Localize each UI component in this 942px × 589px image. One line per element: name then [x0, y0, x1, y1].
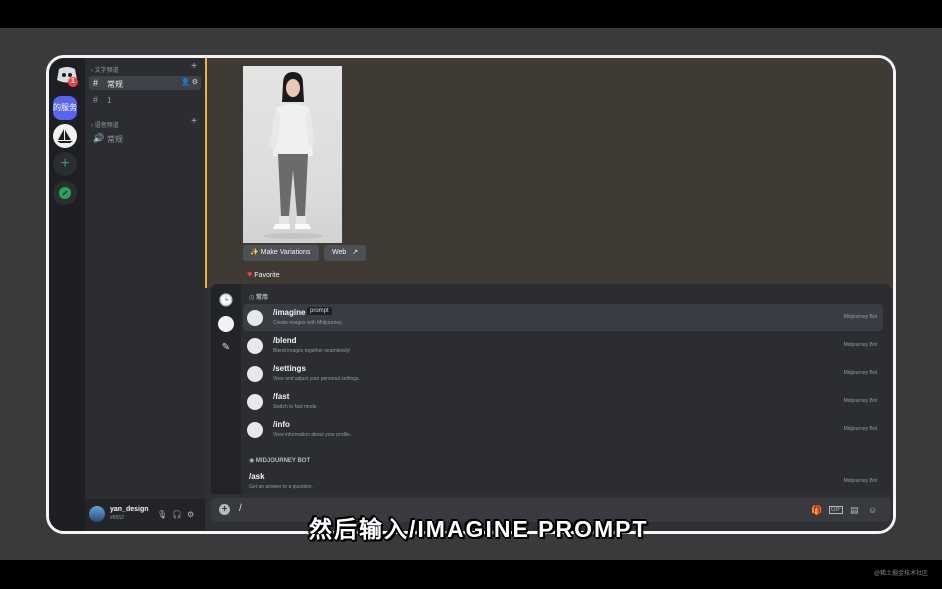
gift-icon[interactable]: 🎁 [811, 505, 822, 516]
command-name: /info [273, 420, 290, 429]
user-tag: #6552 [110, 515, 124, 521]
server-rail: 1 的服务器 + [49, 58, 85, 531]
command-source: Midjourney Bot [843, 370, 877, 376]
midjourney-server-icon[interactable] [53, 124, 77, 148]
command-description: Blend images together seamlessly! [273, 348, 351, 354]
highlighted-message: ✨ Make Variations Web ↗ ♥ Favorite [205, 58, 893, 288]
channel-item-general[interactable]: # 常规 👤 ⚙ [89, 76, 201, 90]
command-item-ask[interactable]: /ask Get an answer to a question. Midjou… [243, 468, 883, 494]
command-name: /fast [273, 392, 290, 401]
command-name: /settings [273, 364, 306, 373]
make-variations-button[interactable]: ✨ Make Variations [243, 245, 319, 261]
video-subtitle: 然后输入/IMAGINE PROMPT [309, 516, 649, 542]
hash-icon: # [93, 78, 99, 88]
gif-icon[interactable]: GIF [829, 506, 843, 514]
command-source: Midjourney Bot [843, 314, 877, 320]
add-channel-icon[interactable]: + [191, 61, 197, 72]
generated-image[interactable] [243, 66, 342, 243]
command-item-imagine[interactable]: /imagine prompt Create images with Midjo… [243, 304, 883, 331]
command-source-column: 🕒 ✎ [211, 284, 241, 494]
chat-area: ✨ Make Variations Web ↗ ♥ Favorite 🕒 ✎ ◷… [205, 58, 893, 531]
attach-plus-icon[interactable]: + [219, 504, 230, 515]
avatar[interactable] [89, 506, 105, 522]
emoji-icon[interactable]: ☺ [868, 505, 877, 515]
command-item-blend[interactable]: /blend Blend images together seamlessly!… [243, 332, 883, 359]
command-name: /ask [249, 472, 265, 481]
channel-name: 常规 [107, 80, 123, 89]
favorite-label: Favorite [254, 272, 280, 279]
command-description: View information about your profile. [273, 432, 352, 438]
section-frequent: ◷ 常用 [249, 295, 268, 301]
add-server-icon[interactable]: + [53, 152, 77, 176]
command-description: Switch to fast mode [273, 404, 317, 410]
command-item-settings[interactable]: /settings View and adjust your personal … [243, 360, 883, 387]
command-description: View and adjust your personal settings. [273, 376, 360, 382]
category-label: › 语音频道 [91, 123, 119, 129]
channel-sidebar: › 文字频道 + # 常规 👤 ⚙ # 1 › 语音频道 + 🔊 常规 yan_… [85, 58, 205, 531]
bot-avatar [247, 422, 263, 438]
section-midjourney-bot: ◉ MIDJOURNEY BOT [249, 458, 311, 464]
slash-command-popup: 🕒 ✎ ◷ 常用 /imagine prompt Create images w… [211, 284, 891, 494]
clock-icon[interactable]: 🕒 [218, 292, 234, 308]
channel-name: 1 [107, 96, 112, 105]
microphone-icon[interactable]: 🎙 [157, 510, 167, 519]
command-source: Midjourney Bot [843, 426, 877, 432]
message-input[interactable]: / [239, 503, 242, 514]
add-channel-icon[interactable]: + [191, 116, 197, 127]
command-name: /blend [273, 336, 297, 345]
command-item-info[interactable]: /info View information about your profil… [243, 416, 883, 443]
sparkle-icon: ✨ [250, 249, 259, 256]
command-option: prompt [307, 307, 332, 315]
web-button[interactable]: Web ↗ [324, 245, 366, 261]
channel-item-1[interactable]: # 1 [89, 93, 201, 107]
explore-compass-icon[interactable] [53, 181, 77, 205]
bot-avatar [247, 394, 263, 410]
command-name: /imagine [273, 308, 306, 317]
favorite-reaction[interactable]: ♥ Favorite [247, 267, 280, 281]
edit-icon[interactable]: ✎ [218, 340, 234, 356]
heart-icon: ♥ [247, 269, 253, 279]
midjourney-source-icon[interactable] [218, 316, 234, 332]
command-description: Get an answer to a question. [249, 484, 313, 490]
watermark: @稀土掘金技术社区 [873, 571, 928, 577]
button-label: Web [332, 249, 347, 256]
voice-channel-general[interactable]: 🔊 常规 [89, 131, 201, 145]
button-label: Make Variations [260, 249, 311, 256]
command-description: Create images with Midjourney [273, 320, 342, 326]
command-source: Midjourney Bot [843, 478, 877, 484]
channel-name: 常规 [107, 135, 123, 144]
category-label: › 文字频道 [91, 68, 119, 74]
text-channels-category[interactable]: › 文字频道 + [85, 61, 205, 74]
headphones-icon[interactable]: 🎧 [172, 510, 182, 519]
channel-settings-icons[interactable]: 👤 ⚙ [181, 78, 198, 86]
sticker-icon[interactable]: ▤ [850, 505, 859, 516]
hash-icon: # [93, 95, 99, 105]
external-link-icon: ↗ [352, 249, 359, 256]
discord-window: 1 的服务器 + › 文字频道 + # 常规 👤 ⚙ [46, 55, 896, 534]
speaker-icon: 🔊 [93, 133, 105, 143]
username: yan_design [110, 506, 149, 513]
gear-icon[interactable]: ⚙ [187, 510, 194, 519]
voice-channels-category[interactable]: › 语音频道 + [85, 116, 205, 129]
server-icon-my-server[interactable]: 的服务器 [53, 96, 77, 120]
user-panel: yan_design #6552 🎙 🎧 ⚙ [85, 499, 205, 531]
bot-avatar [247, 338, 263, 354]
command-source: Midjourney Bot [843, 398, 877, 404]
notification-badge: 1 [68, 77, 78, 87]
command-item-fast[interactable]: /fast Switch to fast mode Midjourney Bot [243, 388, 883, 415]
bot-avatar [247, 366, 263, 382]
bot-avatar [247, 310, 263, 326]
command-source: Midjourney Bot [843, 342, 877, 348]
